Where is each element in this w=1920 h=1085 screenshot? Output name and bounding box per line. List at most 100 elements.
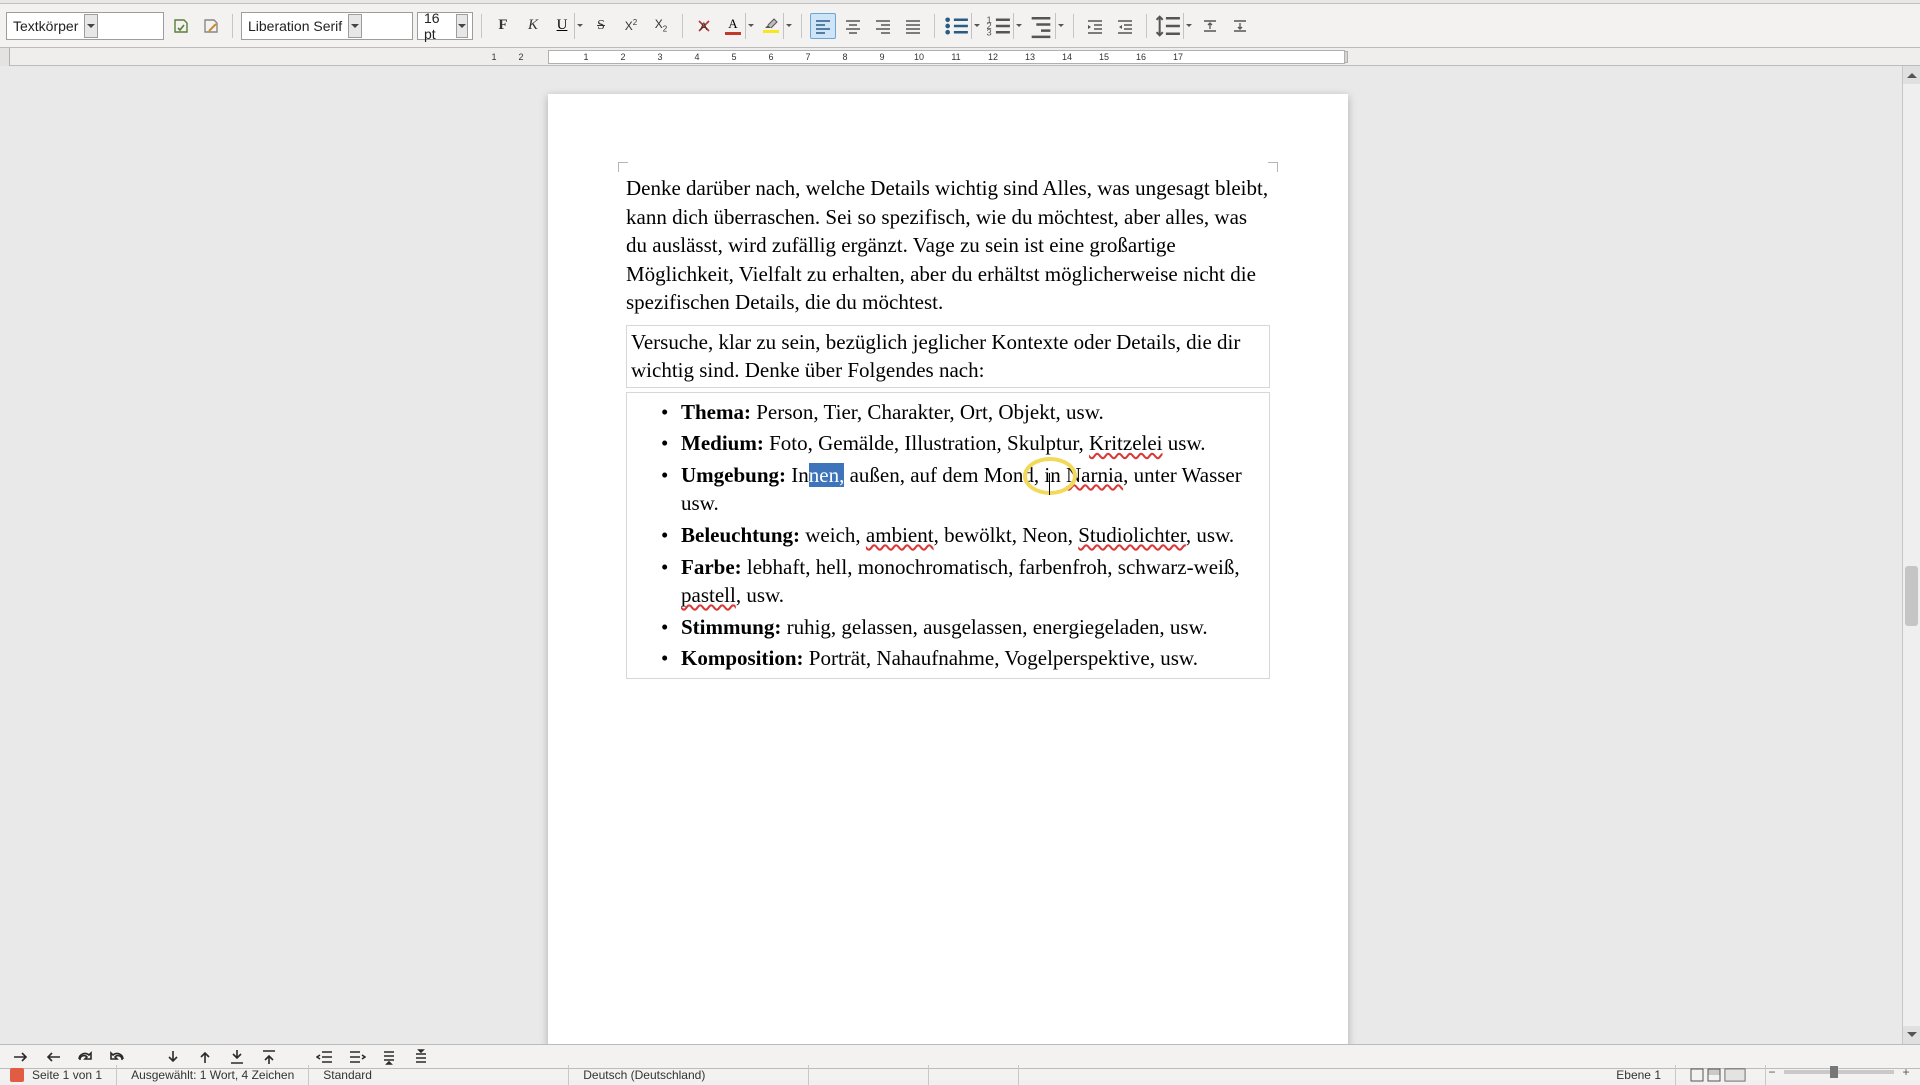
status-page[interactable]: Seite 1 von 1: [8, 1065, 117, 1085]
chevron-down-icon[interactable]: [348, 14, 362, 38]
nav-forward-icon[interactable]: [10, 1047, 32, 1067]
status-selection: Ausgewählt: 1 Wort, 4 Zeichen: [117, 1065, 309, 1085]
ruler-number: 13: [1025, 52, 1035, 62]
list-text: , usw.: [736, 583, 784, 607]
ruler-number: 15: [1099, 52, 1109, 62]
move-item-down-icon[interactable]: [378, 1047, 400, 1067]
align-right-button[interactable]: [870, 13, 896, 39]
scroll-up-button[interactable]: [1903, 66, 1920, 84]
list-label: Stimmung:: [681, 615, 781, 639]
ruler-number: 10: [914, 52, 924, 62]
scroll-down-button[interactable]: [1903, 1026, 1920, 1044]
decrease-spacing-button[interactable]: [1227, 13, 1253, 39]
document-area[interactable]: Denke darüber nach, welche Details wicht…: [0, 66, 1902, 1044]
status-insert-mode[interactable]: [809, 1065, 929, 1085]
spellcheck-word[interactable]: pastell: [681, 583, 736, 607]
font-size-combo[interactable]: 16 pt: [417, 12, 473, 40]
increase-indent-button[interactable]: [1082, 13, 1108, 39]
spellcheck-word[interactable]: ambient: [866, 523, 934, 547]
nav-back-icon[interactable]: [42, 1047, 64, 1067]
clear-formatting-button[interactable]: A: [691, 13, 717, 39]
arrow-down-icon[interactable]: [162, 1047, 184, 1067]
list-label: Umgebung:: [681, 463, 786, 487]
font-name-value: Liberation Serif: [248, 18, 342, 34]
list-text: In: [786, 463, 809, 487]
line-spacing-button[interactable]: [1155, 13, 1193, 39]
page[interactable]: Denke darüber nach, welche Details wicht…: [548, 94, 1348, 1044]
update-style-button[interactable]: [168, 13, 194, 39]
move-item-up-icon[interactable]: [410, 1047, 432, 1067]
ruler-number: 1: [491, 52, 496, 62]
standard-toolbar: [0, 0, 1920, 4]
list-item[interactable]: Beleuchtung: weich, ambient, bewölkt, Ne…: [661, 521, 1265, 550]
paragraph-style-value: Textkörper: [13, 18, 78, 34]
ruler-number: 2: [620, 52, 625, 62]
outline-list-button[interactable]: [1027, 13, 1065, 39]
chevron-down-icon[interactable]: [456, 14, 468, 38]
numbered-list-button[interactable]: 123: [985, 13, 1023, 39]
ruler-number: 1: [583, 52, 588, 62]
underline-button[interactable]: U: [550, 13, 584, 39]
superscript-button[interactable]: X2: [618, 13, 644, 39]
strikethrough-button[interactable]: S: [588, 13, 614, 39]
align-left-button[interactable]: [810, 13, 836, 39]
subscript-button[interactable]: X2: [648, 13, 674, 39]
status-page-style[interactable]: Standard: [309, 1065, 569, 1085]
formatting-toolbar: Textkörper Liberation Serif 16 pt F K U …: [0, 4, 1920, 48]
table-cell[interactable]: Thema: Person, Tier, Charakter, Ort, Obj…: [626, 392, 1270, 679]
text-selection[interactable]: nen,: [809, 463, 845, 487]
table-cell[interactable]: Versuche, klar zu sein, bezüglich jeglic…: [626, 325, 1270, 388]
arrow-up-double-icon[interactable]: [258, 1047, 280, 1067]
promote-item-icon[interactable]: [314, 1047, 336, 1067]
bullet-list-button[interactable]: [943, 13, 981, 39]
scroll-thumb[interactable]: [1905, 566, 1918, 626]
svg-text:A: A: [700, 21, 708, 33]
list-item[interactable]: Stimmung: ruhig, gelassen, ausgelassen, …: [661, 613, 1265, 642]
arrow-down-double-icon[interactable]: [226, 1047, 248, 1067]
ruler-number: 6: [768, 52, 773, 62]
status-signature[interactable]: [929, 1065, 1019, 1085]
italic-button[interactable]: K: [520, 13, 546, 39]
increase-spacing-button[interactable]: [1197, 13, 1223, 39]
highlight-color-button[interactable]: [759, 13, 793, 39]
bold-button[interactable]: F: [490, 13, 516, 39]
document-body[interactable]: Denke darüber nach, welche Details wicht…: [626, 174, 1270, 683]
align-center-button[interactable]: [840, 13, 866, 39]
status-layer[interactable]: Ebene 1: [1602, 1065, 1676, 1085]
spellcheck-word[interactable]: Narnia: [1066, 463, 1123, 487]
paragraph-style-combo[interactable]: Textkörper: [6, 12, 164, 40]
status-view-icons[interactable]: [1676, 1065, 1766, 1085]
spellcheck-word[interactable]: Studiolichter: [1078, 523, 1186, 547]
paragraph[interactable]: Denke darüber nach, welche Details wicht…: [626, 174, 1270, 317]
text-caret: [1049, 473, 1050, 495]
zoom-slider[interactable]: − +: [1766, 1065, 1912, 1079]
list-item[interactable]: Umgebung: Innen, außen, auf dem Mond, in…: [661, 461, 1265, 518]
list-text: Porträt, Nahaufnahme, Vogelperspektive, …: [804, 646, 1198, 670]
chevron-down-icon[interactable]: [84, 14, 98, 38]
ruler-number: 4: [694, 52, 699, 62]
decrease-indent-button[interactable]: [1112, 13, 1138, 39]
arrow-up-icon[interactable]: [194, 1047, 216, 1067]
paragraph[interactable]: Versuche, klar zu sein, bezüglich jeglic…: [631, 330, 1240, 383]
vertical-scrollbar[interactable]: [1902, 66, 1920, 1044]
list-item[interactable]: Thema: Person, Tier, Charakter, Ort, Obj…: [661, 398, 1265, 427]
ruler-number: 12: [988, 52, 998, 62]
horizontal-ruler[interactable]: 1 2 1 2 3 4 5 6 7 8 9 10 11 12 13 14 15 …: [0, 48, 1920, 66]
list-item[interactable]: Farbe: lebhaft, hell, monochromatisch, f…: [661, 553, 1265, 610]
list-label: Komposition:: [681, 646, 804, 670]
status-language[interactable]: Deutsch (Deutschland): [569, 1065, 809, 1085]
align-justify-button[interactable]: [900, 13, 926, 39]
new-style-button[interactable]: [198, 13, 224, 39]
list-item[interactable]: Medium: Foto, Gemälde, Illustration, Sku…: [661, 429, 1265, 458]
nav-undo-icon[interactable]: [106, 1047, 128, 1067]
ruler-number: 3: [657, 52, 662, 62]
margin-marker-icon: [1268, 162, 1278, 172]
font-name-combo[interactable]: Liberation Serif: [241, 12, 413, 40]
ruler-number: 11: [951, 52, 960, 62]
font-color-button[interactable]: A: [721, 13, 755, 39]
list-text: , usw.: [1186, 523, 1234, 547]
demote-item-icon[interactable]: [346, 1047, 368, 1067]
list-item[interactable]: Komposition: Porträt, Nahaufnahme, Vogel…: [661, 644, 1265, 673]
nav-redo-icon[interactable]: [74, 1047, 96, 1067]
spellcheck-word[interactable]: Kritzelei: [1089, 431, 1162, 455]
